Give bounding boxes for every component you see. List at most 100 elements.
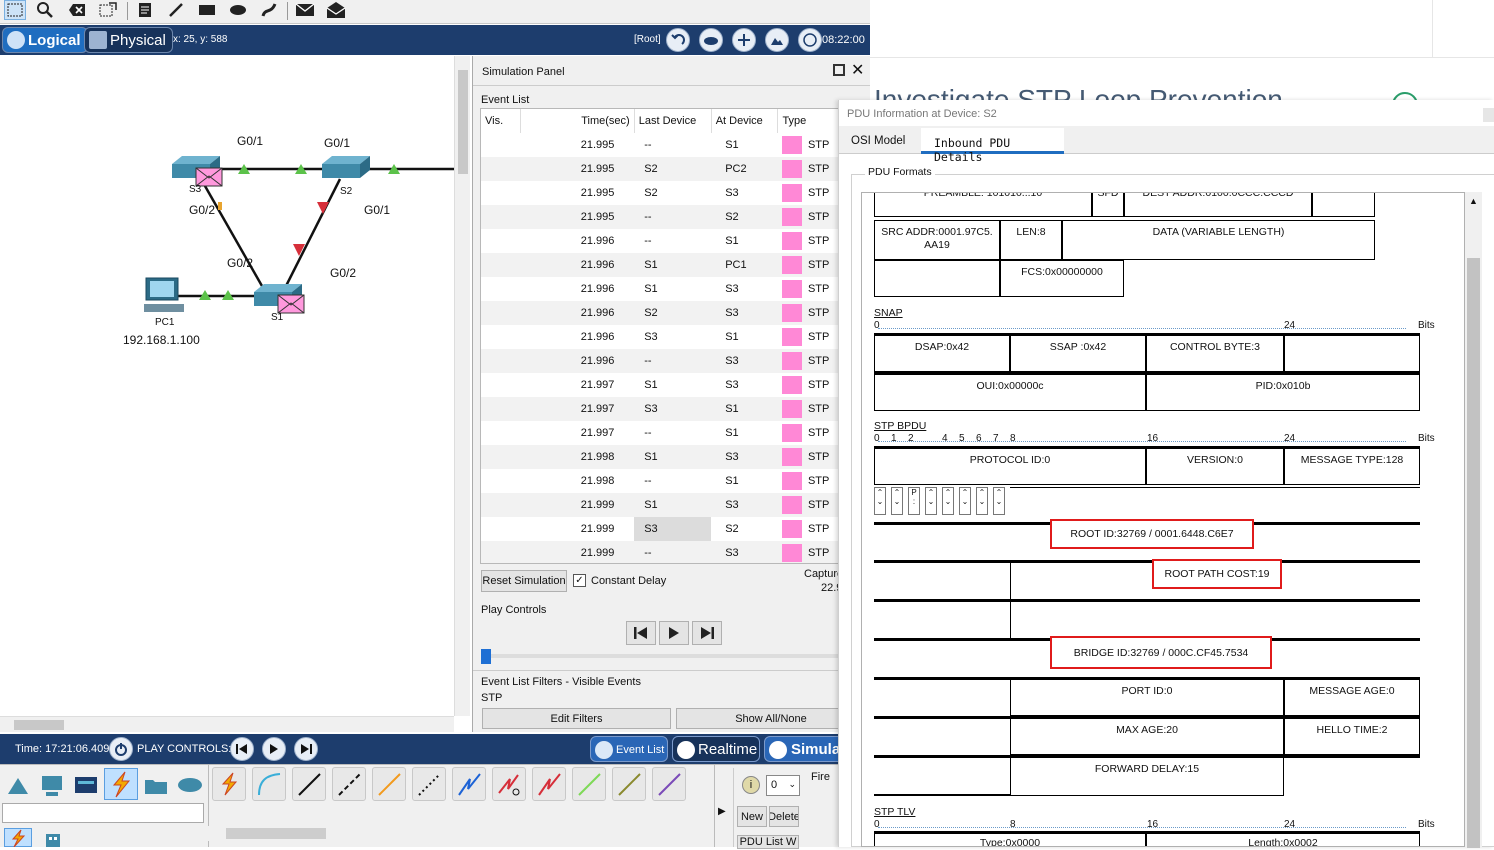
reset-simulation-button[interactable]: Reset Simulation xyxy=(481,570,567,592)
tab-osi-model[interactable]: OSI Model xyxy=(851,135,905,147)
miscellaneous-icon[interactable] xyxy=(142,772,170,798)
event-row[interactable]: 21.996 -- S3 STP xyxy=(481,349,839,373)
note-icon[interactable] xyxy=(134,0,156,20)
freeform-icon[interactable] xyxy=(258,0,280,20)
serial-dce-cable-icon[interactable] xyxy=(492,767,526,801)
workspace-horizontal-scrollbar[interactable] xyxy=(0,716,454,732)
rectangle-icon[interactable] xyxy=(196,0,218,20)
event-row[interactable]: 21.996 S1 PC1 STP xyxy=(481,253,839,277)
realtime-tab[interactable]: Realtime xyxy=(672,736,760,762)
column-header[interactable]: Type xyxy=(777,109,839,133)
forward-button[interactable] xyxy=(294,737,318,761)
event-row[interactable]: 21.999 -- S3 STP xyxy=(481,541,839,563)
event-row[interactable]: 21.996 S1 S3 STP xyxy=(481,277,839,301)
end-devices-icon[interactable] xyxy=(38,772,66,798)
components-icon[interactable] xyxy=(72,772,100,798)
switch-s2-icon[interactable] xyxy=(322,156,370,178)
info-icon[interactable]: i xyxy=(742,776,760,794)
event-row[interactable]: 21.997 S3 S1 STP xyxy=(481,397,839,421)
event-list-toggle[interactable]: Event List xyxy=(590,736,668,762)
window-control[interactable] xyxy=(1483,108,1494,122)
scroll-thumb[interactable] xyxy=(1467,258,1480,848)
back-icon[interactable] xyxy=(666,28,690,52)
event-row[interactable]: 21.999 S1 S3 STP xyxy=(481,493,839,517)
draw-line-icon[interactable] xyxy=(165,0,187,20)
automatic-cable-icon[interactable] xyxy=(212,767,246,801)
event-row[interactable]: 21.996 -- S1 STP xyxy=(481,229,839,253)
logical-workspace[interactable]: G0/1 G0/2 G0/2 G0/1 G0/1 G0/2 S3 S2 S1 P… xyxy=(0,56,470,716)
chevron-up-icon[interactable]: ▲ xyxy=(1469,196,1478,206)
event-row[interactable]: 21.997 -- S1 STP xyxy=(481,421,839,445)
pdu-formats-scroll-area[interactable]: PREAMBLE: 101010...10 SFD DEST ADDR:0100… xyxy=(861,192,1465,847)
physical-tab[interactable]: Physical xyxy=(84,27,173,53)
play-button[interactable] xyxy=(659,621,689,645)
console-cable-icon[interactable] xyxy=(252,767,286,801)
event-row[interactable]: 21.995 -- S1 STP xyxy=(481,133,839,157)
auto-connection-icon[interactable] xyxy=(4,828,32,848)
viewport-icon[interactable] xyxy=(798,28,822,52)
event-row[interactable]: 21.995 S2 PC2 STP xyxy=(481,157,839,181)
scroll-thumb[interactable] xyxy=(226,828,326,839)
new-scenario-button[interactable]: New xyxy=(737,806,767,827)
pc1-icon[interactable] xyxy=(144,277,184,312)
event-row[interactable]: 21.999 S3 S2 STP xyxy=(481,517,839,541)
close-icon[interactable]: ✕ xyxy=(851,60,864,80)
event-row[interactable]: 21.998 S1 S3 STP xyxy=(481,445,839,469)
octal-cable-icon[interactable] xyxy=(572,767,606,801)
multiuser-icon[interactable] xyxy=(176,772,204,798)
move-icon[interactable] xyxy=(732,28,756,52)
speed-slider-track[interactable] xyxy=(481,654,841,658)
column-header[interactable]: At Device xyxy=(710,109,778,133)
add-simple-pdu-icon[interactable] xyxy=(294,0,316,20)
workspace-vertical-scrollbar[interactable] xyxy=(454,56,470,716)
column-header[interactable]: Last Device xyxy=(633,109,712,133)
delete-icon[interactable] xyxy=(66,0,88,20)
add-complex-pdu-icon[interactable] xyxy=(325,0,347,20)
logical-tab[interactable]: Logical xyxy=(2,27,88,53)
crossover-cable-icon[interactable] xyxy=(332,767,366,801)
event-list-table[interactable]: Vis. Time(sec) Last Device At Device Typ… xyxy=(480,108,840,564)
ellipse-icon[interactable] xyxy=(227,0,249,20)
device-search-field[interactable] xyxy=(2,803,204,823)
event-row[interactable]: 21.997 S1 S3 STP xyxy=(481,373,839,397)
edit-filters-button[interactable]: Edit Filters xyxy=(482,708,671,729)
usb-cable-icon[interactable] xyxy=(652,767,686,801)
select-icon[interactable] xyxy=(4,0,26,20)
scroll-thumb[interactable] xyxy=(458,70,468,174)
expand-arrow-icon[interactable]: ▶ xyxy=(718,806,726,817)
search-icon[interactable] xyxy=(34,0,56,20)
delete-scenario-button[interactable]: Delete xyxy=(769,806,799,827)
phone-cable-icon[interactable] xyxy=(412,767,446,801)
column-header[interactable]: Vis. xyxy=(481,109,521,133)
tab-inbound-pdu-details[interactable]: Inbound PDU Details xyxy=(921,128,1064,164)
step-back-button[interactable] xyxy=(626,621,656,645)
constant-delay-checkbox[interactable]: ✓ xyxy=(573,574,586,587)
play-button[interactable] xyxy=(262,737,286,761)
scenario-select[interactable]: 0 ⌄ xyxy=(766,775,800,796)
resize-icon[interactable] xyxy=(97,0,119,20)
step-forward-button[interactable] xyxy=(692,621,722,645)
column-header[interactable]: Time(sec) xyxy=(520,109,635,133)
straight-through-cable-icon[interactable] xyxy=(292,767,326,801)
event-row[interactable]: 21.998 -- S1 STP xyxy=(481,469,839,493)
restore-icon[interactable] xyxy=(833,64,845,76)
event-row[interactable]: 21.996 S2 S3 STP xyxy=(481,301,839,325)
connections-category[interactable] xyxy=(104,768,138,800)
coaxial-cable-icon[interactable] xyxy=(452,767,486,801)
serial-dte-cable-icon[interactable] xyxy=(532,767,566,801)
power-cycle-icon[interactable] xyxy=(109,737,133,761)
event-row[interactable]: 21.996 S3 S1 STP xyxy=(481,325,839,349)
device-list-scrollbar[interactable] xyxy=(208,826,714,841)
cluster-icon[interactable] xyxy=(699,28,723,52)
event-row[interactable]: 21.995 -- S2 STP xyxy=(481,205,839,229)
building-icon[interactable] xyxy=(44,832,62,847)
back-button[interactable] xyxy=(230,737,254,761)
event-row[interactable]: 21.995 S2 S3 STP xyxy=(481,181,839,205)
fiber-cable-icon[interactable] xyxy=(372,767,406,801)
scroll-thumb[interactable] xyxy=(14,720,64,730)
pdu-vertical-scrollbar[interactable]: ▲ xyxy=(1465,192,1482,848)
iot-custom-cable-icon[interactable] xyxy=(612,767,646,801)
background-image-icon[interactable] xyxy=(765,28,789,52)
speed-slider-thumb[interactable] xyxy=(481,649,491,664)
network-devices-icon[interactable] xyxy=(4,772,32,798)
